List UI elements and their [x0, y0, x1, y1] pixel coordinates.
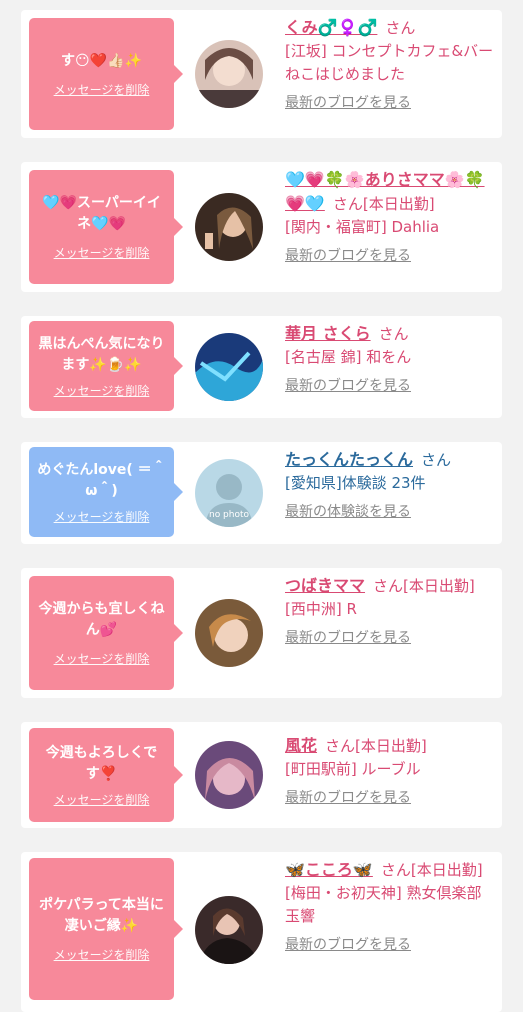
message-bubble: 今週もよろしくです❣️ メッセージを削除 — [29, 728, 183, 822]
latest-blog-link[interactable]: 最新のブログを見る — [285, 627, 495, 650]
honorific: さん — [385, 19, 416, 37]
avatar[interactable] — [195, 599, 263, 667]
avatar[interactable] — [195, 741, 263, 809]
shop-name: [町田駅前] ルーブル — [285, 760, 421, 778]
delete-message-link[interactable]: メッセージを削除 — [54, 81, 150, 98]
avatar[interactable] — [195, 333, 263, 401]
latest-blog-link[interactable]: 最新のブログを見る — [285, 787, 495, 810]
message-card: ポケパラって本当に凄いご縁✨ メッセージを削除 🦋こころ🦋 さん[本日出勤] [梅… — [21, 852, 502, 1012]
honorific: さん — [332, 195, 363, 213]
user-info: 🩵💗🍀🌸ありさママ🌸🍀💗🩵 さん[本日出勤] [関内・福富町] Dahlia 最新… — [285, 168, 495, 268]
avatar[interactable] — [195, 896, 263, 964]
user-info: くみ♂️♀️♂️ さん [江坂] コンセプトカフェ&バー ねこはじめました 最新の… — [285, 16, 502, 115]
user-name-link[interactable]: つばきママ — [285, 576, 365, 595]
message-text: 今週もよろしくです❣️ — [45, 744, 158, 782]
honorific: さん — [380, 861, 411, 879]
delete-message-link[interactable]: メッセージを削除 — [54, 791, 150, 808]
user-info: たっくんたっくん さん [愛知県]体験談 23件 最新の体験談を見る — [285, 448, 495, 524]
shop-name: [愛知県]体験談 23件 — [285, 474, 426, 492]
avatar[interactable] — [195, 193, 263, 261]
delete-message-link[interactable]: メッセージを削除 — [54, 382, 150, 399]
user-info: つばきママ さん[本日出勤] [西中洲] R 最新のブログを見る — [285, 574, 495, 650]
work-status: [本日出勤] — [362, 195, 435, 213]
delete-message-link[interactable]: メッセージを削除 — [54, 946, 150, 963]
honorific: さん — [421, 451, 452, 469]
latest-blog-link[interactable]: 最新のブログを見る — [285, 375, 495, 398]
message-text: 🩵💗スーパーイイネ🩵💗 — [42, 195, 161, 232]
user-name-link[interactable]: たっくんたっくん — [285, 450, 413, 469]
no-photo-label: no photo — [209, 510, 250, 520]
user-info: 華月 さくら さん [名古屋 錦] 和をん 最新のブログを見る — [285, 322, 495, 398]
message-text: 黒はんぺん気になります✨🍺✨ — [38, 335, 165, 373]
user-name-link[interactable]: 🦋こころ🦋 — [285, 860, 373, 879]
latest-blog-link[interactable]: 最新のブログを見る — [285, 245, 495, 268]
message-bubble: 黒はんぺん気になります✨🍺✨ メッセージを削除 — [29, 321, 183, 411]
avatar[interactable]: no photo — [195, 459, 263, 527]
latest-review-link[interactable]: 最新の体験談を見る — [285, 501, 495, 524]
work-status: [本日出勤] — [355, 737, 427, 755]
honorific: さん — [378, 325, 409, 343]
work-status: [本日出勤] — [403, 577, 475, 595]
honorific: さん — [373, 577, 404, 595]
message-text: ポケパラって本当に凄いご縁✨ — [39, 897, 164, 934]
message-bubble: ポケパラって本当に凄いご縁✨ メッセージを削除 — [29, 858, 183, 1000]
message-bubble: 今週からも宜しくねん💕 メッセージを削除 — [29, 576, 183, 690]
latest-blog-link[interactable]: 最新のブログを見る — [285, 92, 495, 115]
delete-message-link[interactable]: メッセージを削除 — [54, 508, 150, 525]
user-name-link[interactable]: くみ♂️♀️♂️ — [285, 18, 377, 37]
message-bubble: めぐたんlove( ＝＾ω＾) メッセージを削除 — [29, 447, 183, 537]
message-card: 黒はんぺん気になります✨🍺✨ メッセージを削除 華月 さくら さん [名古屋 錦]… — [21, 316, 502, 418]
message-card: す😶❤️👍🏻✨ メッセージを削除 くみ♂️♀️♂️ さん [江坂] コンセプトカフ… — [21, 10, 502, 138]
user-info: 風花 さん[本日出勤] [町田駅前] ルーブル 最新のブログを見る — [285, 734, 495, 810]
delete-message-link[interactable]: メッセージを削除 — [54, 244, 150, 261]
delete-message-link[interactable]: メッセージを削除 — [54, 650, 150, 667]
shop-name: [関内・福富町] Dahlia — [285, 218, 440, 236]
work-status: [本日出勤] — [410, 861, 483, 879]
shop-name: [梅田・お初天神] 熟女倶楽部 玉響 — [285, 884, 482, 925]
shop-name: [西中洲] R — [285, 600, 357, 618]
user-name-link[interactable]: 風花 — [285, 736, 317, 755]
honorific: さん — [325, 737, 356, 755]
message-text: めぐたんlove( ＝＾ω＾) — [37, 461, 166, 499]
message-card: 🩵💗スーパーイイネ🩵💗 メッセージを削除 🩵💗🍀🌸ありさママ🌸🍀💗🩵 さん[本日出… — [21, 162, 502, 292]
message-card: 今週もよろしくです❣️ メッセージを削除 風花 さん[本日出勤] [町田駅前] ル… — [21, 722, 502, 828]
message-bubble: す😶❤️👍🏻✨ メッセージを削除 — [29, 18, 183, 130]
shop-name: [江坂] コンセプトカフェ&バー ねこはじめました — [285, 42, 502, 83]
message-text: す😶❤️👍🏻✨ — [61, 52, 142, 69]
avatar[interactable] — [195, 40, 263, 108]
user-name-link[interactable]: 華月 さくら — [285, 324, 371, 343]
message-card: めぐたんlove( ＝＾ω＾) メッセージを削除 no photo たっくんたっ… — [21, 442, 502, 544]
user-info: 🦋こころ🦋 さん[本日出勤] [梅田・お初天神] 熟女倶楽部 玉響 最新のブログを… — [285, 858, 495, 957]
message-text: 今週からも宜しくねん💕 — [38, 601, 165, 638]
message-bubble: 🩵💗スーパーイイネ🩵💗 メッセージを削除 — [29, 170, 183, 284]
shop-name: [名古屋 錦] 和をん — [285, 348, 412, 366]
message-card: 今週からも宜しくねん💕 メッセージを削除 つばきママ さん[本日出勤] [西中洲]… — [21, 568, 502, 698]
latest-blog-link[interactable]: 最新のブログを見る — [285, 934, 495, 957]
